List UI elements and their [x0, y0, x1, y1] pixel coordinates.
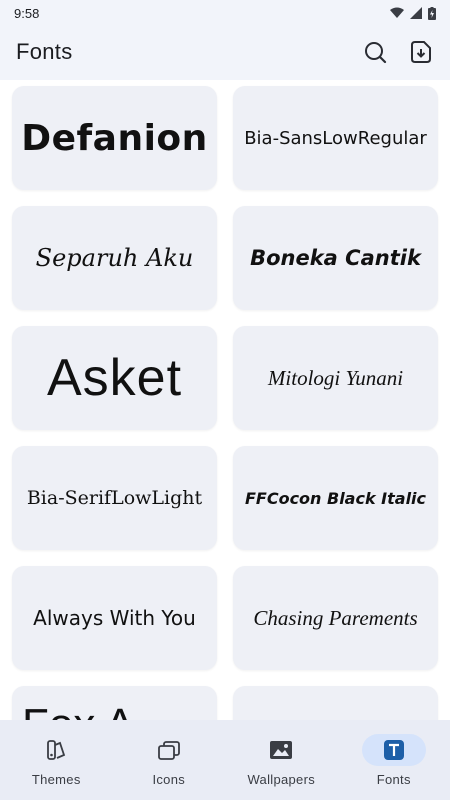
font-card[interactable]: Asket — [12, 326, 217, 430]
nav-item-themes[interactable]: Themes — [1, 734, 111, 787]
icons-icon — [157, 741, 180, 760]
bottom-navigation: Themes Icons Wallpapers Fonts — [0, 720, 450, 800]
font-sample: Always With You — [33, 606, 196, 630]
wallpapers-icon — [270, 741, 293, 759]
font-card[interactable]: Fox A — [12, 686, 217, 720]
font-sample: Fox A — [22, 700, 135, 720]
font-card[interactable]: Separuh Aku — [12, 206, 217, 310]
font-sample: FFCocon Black Italic — [244, 488, 427, 508]
status-icons — [390, 6, 436, 20]
font-sample: Asket — [46, 349, 183, 407]
font-card[interactable]: Boneka Cantik — [233, 206, 438, 310]
font-card[interactable]: Chasing Parements — [233, 566, 438, 670]
font-sample: Boneka Cantik — [250, 246, 421, 270]
wifi-icon — [390, 7, 404, 18]
themes-icon — [47, 740, 66, 760]
nav-label: Icons — [152, 772, 186, 787]
font-grid: Defanion Bia-SansLowRegular Separuh Aku … — [0, 80, 450, 720]
nav-item-wallpapers[interactable]: Wallpapers — [226, 734, 336, 787]
font-sample: Mitologi Yunani — [267, 365, 404, 390]
font-card[interactable]: Defanion — [12, 86, 217, 190]
font-card[interactable]: FFCocon Black Italic — [233, 446, 438, 550]
battery-icon — [428, 6, 436, 20]
font-sample: Separuh Aku — [35, 244, 194, 272]
search-button[interactable] — [362, 39, 388, 65]
font-card[interactable]: Bia-SerifLowLight — [12, 446, 217, 550]
font-sample: Defanion — [21, 117, 208, 159]
font-card[interactable]: Mitologi Yunani — [233, 326, 438, 430]
download-fonts-button[interactable] — [408, 39, 434, 65]
font-card[interactable]: Bia-SansLowRegular — [233, 86, 438, 190]
font-sample: Bia-SerifLowLight — [26, 487, 203, 509]
fonts-icon — [383, 740, 404, 760]
nav-label: Fonts — [376, 772, 411, 787]
nav-label: Wallpapers — [247, 772, 316, 787]
status-bar: 9:58 — [0, 0, 450, 26]
nav-label: Themes — [31, 772, 81, 787]
font-sample: Bia-SansLowRegular — [244, 127, 427, 149]
search-icon — [365, 42, 387, 64]
font-card[interactable] — [233, 686, 438, 720]
signal-icon — [410, 7, 422, 19]
nav-item-icons[interactable]: Icons — [114, 734, 224, 787]
page-title: Fonts — [16, 39, 73, 64]
status-time: 9:58 — [14, 5, 40, 21]
download-icon — [411, 41, 431, 63]
font-card[interactable]: Always With You — [12, 566, 217, 670]
font-sample: Chasing Parements — [253, 605, 418, 630]
app-bar: Fonts — [0, 26, 450, 78]
nav-item-fonts[interactable]: Fonts — [339, 734, 449, 787]
